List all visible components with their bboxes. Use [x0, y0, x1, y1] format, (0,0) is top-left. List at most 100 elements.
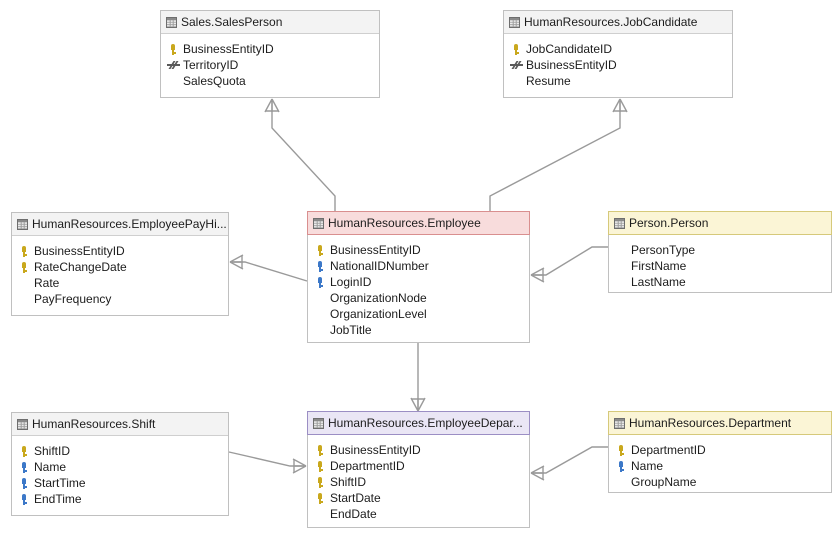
- entity-header-sales_salesperson[interactable]: Sales.SalesPerson: [161, 11, 379, 34]
- entity-table-hr_employeedepartmenthistory[interactable]: HumanResources.EmployeeDepar... BusinessE…: [307, 411, 530, 528]
- entity-field-label: TerritoryID: [183, 58, 239, 72]
- entity-header-hr_employeedepartmenthistory[interactable]: HumanResources.EmployeeDepar...: [307, 411, 530, 435]
- entity-field-label: GroupName: [631, 475, 697, 489]
- field-no-icon: [615, 276, 628, 289]
- entity-field-label: RateChangeDate: [34, 260, 127, 274]
- entity-field-label: BusinessEntityID: [183, 42, 274, 56]
- entity-field-list: JobCandidateID BusinessEntityID Resume: [504, 34, 732, 97]
- entity-field-label: ShiftID: [330, 475, 367, 489]
- entity-field-row[interactable]: GroupName: [615, 474, 827, 490]
- field-no-icon: [615, 260, 628, 273]
- primary-key-icon: [510, 43, 523, 56]
- relationship-line-department-empdepthistory: [530, 446, 608, 481]
- entity-title: Person.Person: [629, 216, 709, 230]
- field-no-icon: [314, 292, 327, 305]
- primary-key-icon: [314, 444, 327, 457]
- entity-field-row[interactable]: Name: [18, 459, 224, 475]
- entity-field-label: BusinessEntityID: [34, 244, 125, 258]
- entity-table-hr_employeepayhistory[interactable]: HumanResources.EmployeePayHi... BusinessE…: [11, 212, 229, 316]
- entity-header-hr_shift[interactable]: HumanResources.Shift: [12, 413, 228, 436]
- entity-field-label: JobCandidateID: [526, 42, 613, 56]
- entity-field-row[interactable]: BusinessEntityID: [18, 243, 224, 259]
- entity-field-row[interactable]: PersonType: [615, 242, 827, 258]
- database-diagram-canvas[interactable]: Sales.SalesPerson BusinessEntityID Territo…: [0, 0, 840, 540]
- entity-field-label: StartDate: [330, 491, 381, 505]
- field-no-icon: [615, 476, 628, 489]
- entity-field-label: Resume: [526, 74, 571, 88]
- entity-field-row[interactable]: FirstName: [615, 258, 827, 274]
- entity-table-hr_employee[interactable]: HumanResources.Employee BusinessEntityID N…: [307, 211, 530, 343]
- entity-field-row[interactable]: BusinessEntityID: [314, 242, 525, 258]
- entity-field-row[interactable]: Resume: [510, 73, 728, 89]
- relationship-line-person-employee: [530, 246, 608, 283]
- entity-field-row[interactable]: ShiftID: [18, 443, 224, 459]
- entity-field-list: DepartmentID Name GroupName: [609, 435, 831, 498]
- entity-field-label: NationalIDNumber: [330, 259, 429, 273]
- relationship-line-employee-jobcandidate: [489, 98, 628, 211]
- entity-field-row[interactable]: Name: [615, 458, 827, 474]
- field-no-icon: [167, 75, 180, 88]
- entity-field-row[interactable]: OrganizationNode: [314, 290, 525, 306]
- table-grid-icon: [614, 217, 625, 229]
- entity-field-list: BusinessEntityID DepartmentID ShiftID Start…: [308, 435, 529, 530]
- entity-header-hr_department[interactable]: HumanResources.Department: [608, 411, 832, 435]
- entity-title: HumanResources.EmployeeDepar...: [328, 416, 523, 430]
- entity-field-row[interactable]: OrganizationLevel: [314, 306, 525, 322]
- entity-table-sales_salesperson[interactable]: Sales.SalesPerson BusinessEntityID Territo…: [160, 10, 380, 98]
- field-no-icon: [510, 75, 523, 88]
- unique-key-icon: [615, 460, 628, 473]
- entity-field-row[interactable]: Rate: [18, 275, 224, 291]
- entity-field-row[interactable]: LastName: [615, 274, 827, 290]
- entity-field-label: Rate: [34, 276, 60, 290]
- entity-field-label: Name: [631, 459, 664, 473]
- relationship-line-employee-payhistory: [229, 254, 308, 282]
- entity-field-label: PersonType: [631, 243, 696, 257]
- primary-key-icon: [18, 245, 31, 258]
- entity-field-label: OrganizationLevel: [330, 307, 427, 321]
- entity-header-person_person[interactable]: Person.Person: [608, 211, 832, 235]
- entity-field-row[interactable]: NationalIDNumber: [314, 258, 525, 274]
- entity-field-row[interactable]: DepartmentID: [314, 458, 525, 474]
- entity-field-row[interactable]: LoginID: [314, 274, 525, 290]
- field-no-icon: [18, 277, 31, 290]
- primary-key-icon: [314, 476, 327, 489]
- entity-field-label: EndTime: [34, 492, 82, 506]
- entity-table-hr_shift[interactable]: HumanResources.Shift ShiftID Name StartTime…: [11, 412, 229, 516]
- entity-field-row[interactable]: DepartmentID: [615, 442, 827, 458]
- entity-field-label: JobTitle: [330, 323, 372, 337]
- entity-field-row[interactable]: BusinessEntityID: [314, 442, 525, 458]
- entity-table-person_person[interactable]: Person.Person PersonType FirstName LastName: [608, 211, 832, 293]
- entity-field-row[interactable]: BusinessEntityID: [510, 57, 728, 73]
- entity-field-row[interactable]: StartDate: [314, 490, 525, 506]
- entity-field-row[interactable]: JobTitle: [314, 322, 525, 338]
- entity-field-row[interactable]: PayFrequency: [18, 291, 224, 307]
- entity-field-label: FirstName: [631, 259, 687, 273]
- entity-field-row[interactable]: ShiftID: [314, 474, 525, 490]
- primary-key-icon: [615, 444, 628, 457]
- entity-table-hr_jobcandidate[interactable]: HumanResources.JobCandidate JobCandidateI…: [503, 10, 733, 98]
- primary-key-icon: [18, 261, 31, 274]
- entity-field-row[interactable]: BusinessEntityID: [167, 41, 375, 57]
- entity-field-row[interactable]: EndDate: [314, 506, 525, 522]
- entity-field-label: DepartmentID: [330, 459, 405, 473]
- entity-table-hr_department[interactable]: HumanResources.Department DepartmentID Nam…: [608, 411, 832, 493]
- field-no-icon: [615, 244, 628, 257]
- entity-field-row[interactable]: StartTime: [18, 475, 224, 491]
- entity-field-row[interactable]: EndTime: [18, 491, 224, 507]
- unique-key-icon: [18, 477, 31, 490]
- entity-field-row[interactable]: TerritoryID: [167, 57, 375, 73]
- entity-field-list: ShiftID Name StartTime EndTime: [12, 436, 228, 515]
- entity-header-hr_employee[interactable]: HumanResources.Employee: [307, 211, 530, 235]
- unique-key-icon: [314, 276, 327, 289]
- entity-field-list: BusinessEntityID TerritoryID SalesQuota: [161, 34, 379, 97]
- table-grid-icon: [509, 16, 520, 28]
- entity-header-hr_jobcandidate[interactable]: HumanResources.JobCandidate: [504, 11, 732, 34]
- entity-header-hr_employeepayhistory[interactable]: HumanResources.EmployeePayHi...: [12, 213, 228, 236]
- entity-field-row[interactable]: RateChangeDate: [18, 259, 224, 275]
- entity-field-row[interactable]: SalesQuota: [167, 73, 375, 89]
- entity-field-label: LoginID: [330, 275, 372, 289]
- entity-field-row[interactable]: JobCandidateID: [510, 41, 728, 57]
- field-no-icon: [18, 293, 31, 306]
- entity-field-label: ShiftID: [34, 444, 71, 458]
- relationship-line-employee-salesperson: [264, 98, 336, 211]
